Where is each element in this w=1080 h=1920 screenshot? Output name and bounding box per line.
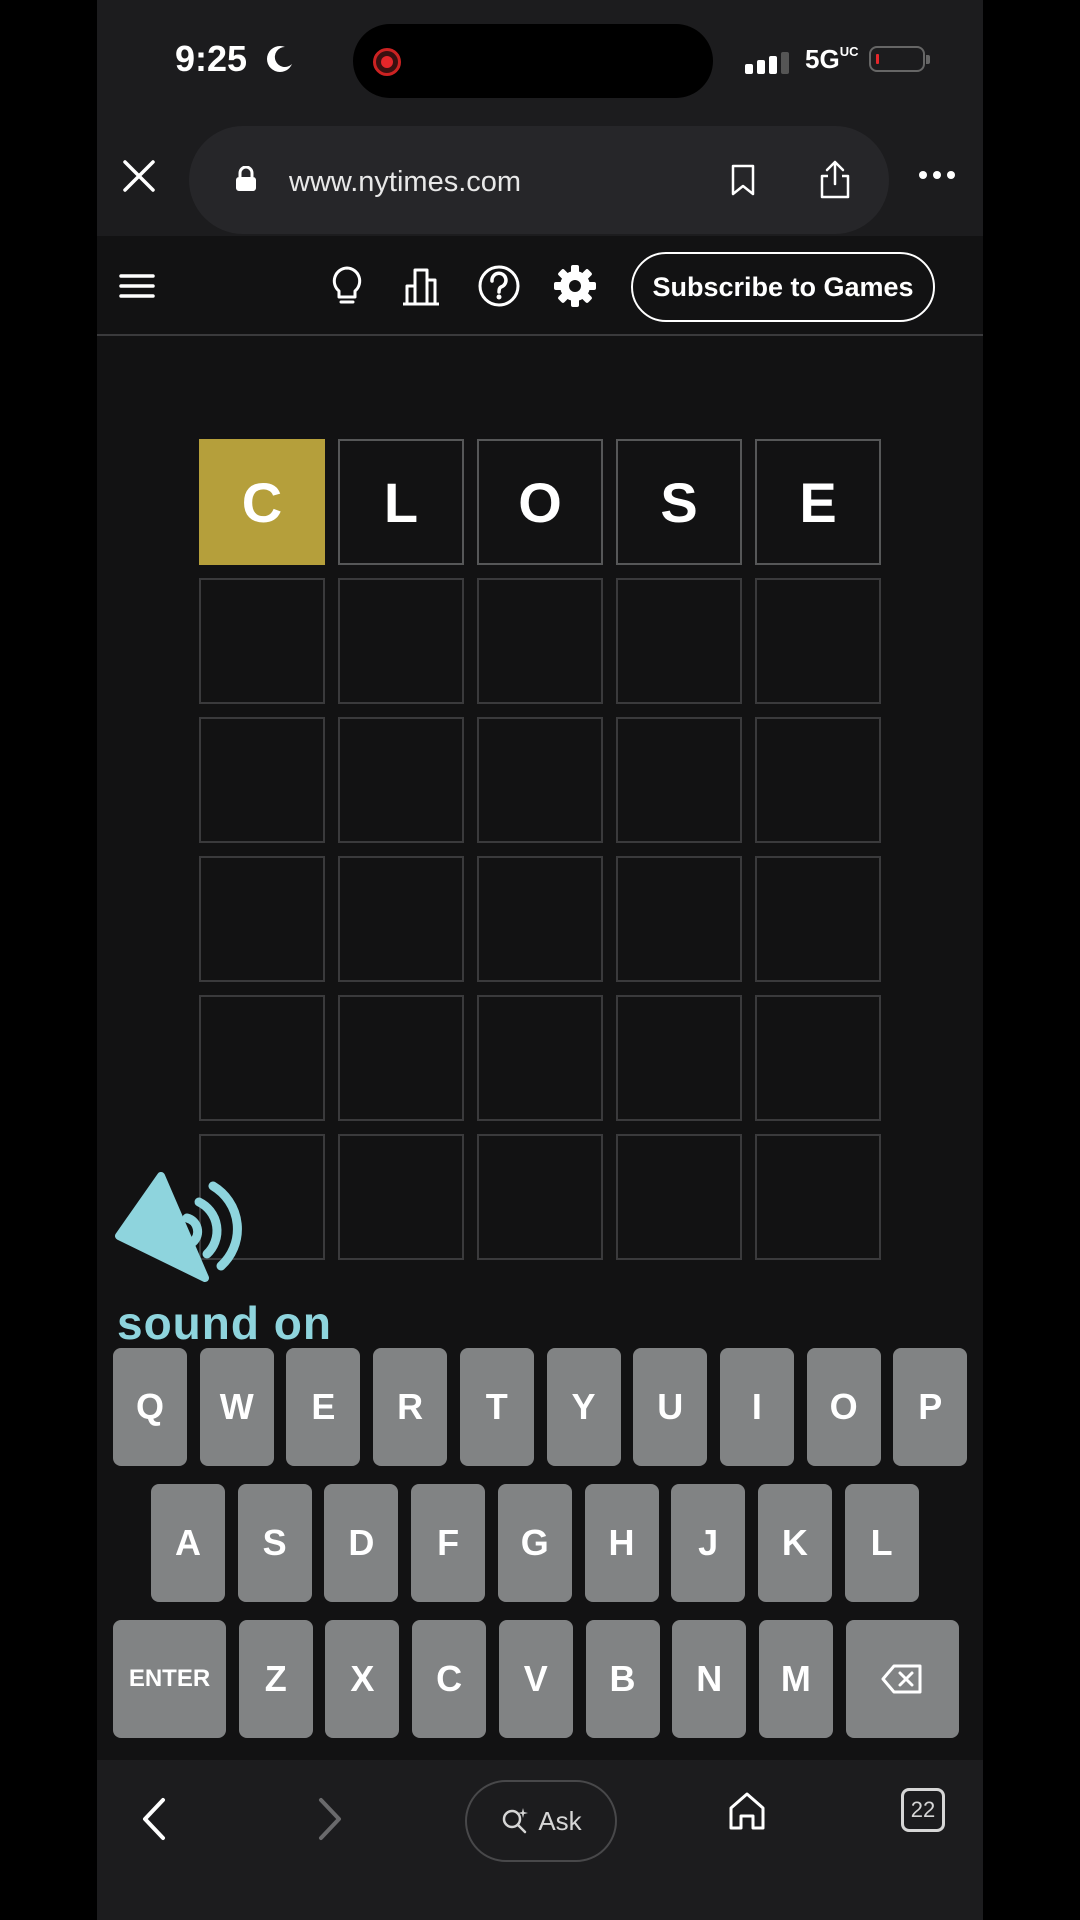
phone-screen: 9:25 5GUC www.nytimes.com Subscribe to G… bbox=[97, 0, 983, 1920]
hint-icon[interactable] bbox=[325, 264, 369, 308]
key-h[interactable]: H bbox=[584, 1484, 659, 1602]
lock-icon bbox=[236, 166, 256, 191]
key-f[interactable]: F bbox=[411, 1484, 486, 1602]
key-q[interactable]: Q bbox=[113, 1348, 187, 1466]
moon-icon bbox=[267, 46, 292, 72]
board-row bbox=[199, 717, 881, 843]
key-i[interactable]: I bbox=[719, 1348, 794, 1466]
key-k[interactable]: K bbox=[757, 1484, 832, 1602]
board-tile bbox=[477, 1134, 603, 1260]
tab-count: 22 bbox=[910, 1797, 936, 1822]
stats-icon[interactable] bbox=[399, 264, 443, 308]
recording-icon bbox=[373, 48, 401, 76]
tabs-button[interactable]: 22 bbox=[901, 1788, 945, 1832]
address-bar[interactable]: www.nytimes.com bbox=[189, 126, 889, 234]
network-label: 5GUC bbox=[805, 44, 859, 74]
board-tile bbox=[199, 578, 325, 704]
status-time: 9:25 bbox=[175, 38, 248, 79]
board-tile bbox=[755, 1134, 881, 1260]
more-icon[interactable] bbox=[917, 168, 957, 182]
help-icon[interactable] bbox=[477, 264, 521, 308]
ask-button[interactable]: Ask bbox=[465, 1780, 617, 1862]
url-text: www.nytimes.com bbox=[289, 166, 522, 198]
board-tile bbox=[477, 578, 603, 704]
board-tile bbox=[616, 1134, 742, 1260]
close-icon[interactable] bbox=[121, 158, 157, 194]
key-o[interactable]: O bbox=[806, 1348, 881, 1466]
board-row bbox=[199, 856, 881, 982]
board-tile: S bbox=[616, 439, 742, 565]
board-tile bbox=[199, 717, 325, 843]
enter-key[interactable]: ENTER bbox=[113, 1620, 226, 1738]
speaker-icon bbox=[115, 1172, 242, 1282]
backspace-icon bbox=[881, 1664, 922, 1694]
subscribe-button[interactable]: Subscribe to Games bbox=[631, 252, 935, 322]
key-s[interactable]: S bbox=[237, 1484, 312, 1602]
battery-icon bbox=[869, 46, 930, 72]
key-y[interactable]: Y bbox=[546, 1348, 621, 1466]
board-tile bbox=[755, 717, 881, 843]
key-e[interactable]: E bbox=[286, 1348, 361, 1466]
key-p[interactable]: P bbox=[893, 1348, 968, 1466]
board-tile bbox=[755, 856, 881, 982]
key-z[interactable]: Z bbox=[238, 1620, 313, 1738]
back-icon[interactable] bbox=[137, 1796, 173, 1842]
key-v[interactable]: V bbox=[498, 1620, 573, 1738]
board-tile bbox=[616, 717, 742, 843]
backspace-key[interactable] bbox=[845, 1620, 959, 1738]
key-j[interactable]: J bbox=[671, 1484, 746, 1602]
browser-bar: www.nytimes.com bbox=[97, 120, 983, 236]
board-tile bbox=[338, 578, 464, 704]
forward-icon[interactable] bbox=[311, 1796, 347, 1842]
home-icon[interactable] bbox=[727, 1790, 767, 1832]
ask-label: Ask bbox=[538, 1805, 582, 1836]
board-tile: C bbox=[199, 439, 325, 565]
signal-icon bbox=[745, 52, 789, 74]
board-row bbox=[199, 995, 881, 1121]
board-tile bbox=[338, 995, 464, 1121]
key-r[interactable]: R bbox=[373, 1348, 448, 1466]
key-l[interactable]: L bbox=[844, 1484, 919, 1602]
board-tile bbox=[338, 856, 464, 982]
browser-bottom-bar: Ask 22 bbox=[97, 1760, 983, 1920]
board-tile bbox=[477, 717, 603, 843]
board-tile bbox=[199, 995, 325, 1121]
board-tile bbox=[755, 995, 881, 1121]
sound-on-label: sound on bbox=[117, 1297, 332, 1349]
key-a[interactable]: A bbox=[151, 1484, 225, 1602]
games-header: Subscribe to Games bbox=[97, 236, 983, 336]
key-w[interactable]: W bbox=[199, 1348, 274, 1466]
board-tile bbox=[477, 995, 603, 1121]
board-row: CLOSE bbox=[199, 439, 881, 565]
bookmark-icon[interactable] bbox=[729, 164, 757, 196]
key-t[interactable]: T bbox=[459, 1348, 534, 1466]
key-g[interactable]: G bbox=[497, 1484, 572, 1602]
key-c[interactable]: C bbox=[412, 1620, 487, 1738]
share-icon[interactable] bbox=[817, 160, 853, 200]
menu-icon[interactable] bbox=[119, 272, 155, 300]
board-tile: L bbox=[338, 439, 464, 565]
board-tile bbox=[616, 578, 742, 704]
board-tile bbox=[616, 995, 742, 1121]
board-tile bbox=[616, 856, 742, 982]
sound-on-overlay: sound on bbox=[109, 1158, 409, 1349]
key-m[interactable]: M bbox=[758, 1620, 833, 1738]
board-tile bbox=[477, 856, 603, 982]
status-bar: 9:25 5GUC bbox=[97, 0, 983, 120]
key-u[interactable]: U bbox=[633, 1348, 708, 1466]
key-n[interactable]: N bbox=[672, 1620, 747, 1738]
board-tile: E bbox=[755, 439, 881, 565]
key-x[interactable]: X bbox=[325, 1620, 400, 1738]
dynamic-island bbox=[353, 24, 713, 98]
settings-icon[interactable] bbox=[553, 264, 597, 308]
board-tile bbox=[338, 717, 464, 843]
key-d[interactable]: D bbox=[324, 1484, 399, 1602]
board-tile bbox=[755, 578, 881, 704]
ask-search-icon bbox=[503, 1808, 529, 1834]
key-b[interactable]: B bbox=[585, 1620, 660, 1738]
board-tile: O bbox=[477, 439, 603, 565]
board-tile bbox=[199, 856, 325, 982]
board-row bbox=[199, 578, 881, 704]
